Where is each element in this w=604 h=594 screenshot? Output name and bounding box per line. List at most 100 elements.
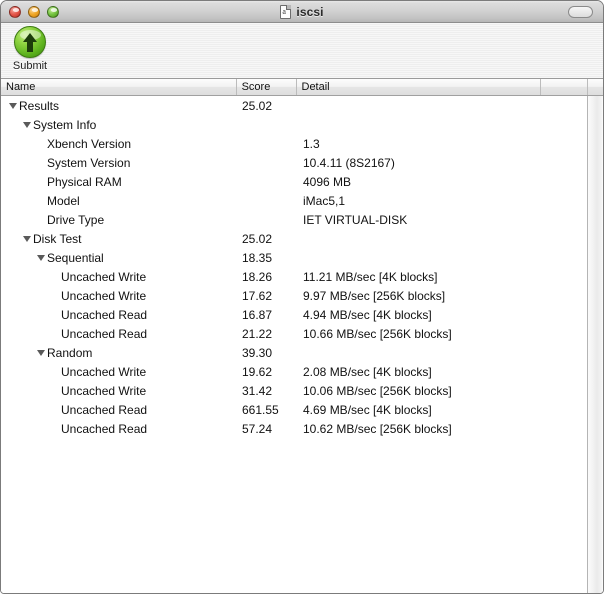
row-name-cell: Model <box>1 194 237 208</box>
row-score-cell: 39.30 <box>242 345 273 360</box>
chevron-down-icon[interactable] <box>9 101 18 110</box>
row-name-cell: Xbench Version <box>1 137 237 151</box>
submit-upload-icon <box>14 26 46 58</box>
row-score-cell: 21.22 <box>242 326 273 341</box>
row-detail-cell: 11.21 MB/sec [4K blocks] <box>303 269 438 284</box>
row-detail-cell: 9.97 MB/sec [256K blocks] <box>303 288 446 303</box>
row-detail-cell: 4096 MB <box>303 174 352 189</box>
table-row[interactable]: Random 39.30 <box>1 343 587 362</box>
table-row[interactable]: Drive Type IET VIRTUAL-DISK <box>1 210 587 229</box>
row-label: System Version <box>47 155 131 170</box>
row-name-cell: Uncached Read <box>1 327 237 341</box>
window-titlebar[interactable]: iscsi <box>1 1 603 23</box>
row-label: Uncached Write <box>61 364 147 379</box>
row-name-cell: Results <box>1 99 237 113</box>
chevron-down-icon[interactable] <box>37 253 46 262</box>
column-header-score[interactable]: Score <box>237 79 297 95</box>
table-row[interactable]: Uncached Read 21.22 10.66 MB/sec [256K blo… <box>1 324 587 343</box>
window-controls <box>9 5 59 18</box>
close-button[interactable] <box>9 5 21 18</box>
row-label: Disk Test <box>33 231 82 246</box>
row-label: Uncached Read <box>61 402 148 417</box>
zoom-button[interactable] <box>47 5 59 18</box>
table-row[interactable]: Uncached Write 31.42 10.06 MB/sec [256K bl… <box>1 381 587 400</box>
column-header-detail[interactable]: Detail <box>297 79 542 95</box>
row-detail-cell: 1.3 <box>303 136 320 151</box>
row-score-cell: 17.62 <box>242 288 273 303</box>
document-icon <box>280 4 292 19</box>
row-name-cell: Drive Type <box>1 213 237 227</box>
row-name-cell: Disk Test <box>1 232 237 246</box>
row-detail-cell: iMac5,1 <box>303 193 346 208</box>
row-label: Uncached Read <box>61 421 148 436</box>
window-title-group: iscsi <box>1 1 603 22</box>
table-row[interactable]: System Version 10.4.11 (8S2167) <box>1 153 587 172</box>
row-name-cell: Uncached Write <box>1 384 237 398</box>
row-label: System Info <box>33 117 97 132</box>
table-row[interactable]: Uncached Write 19.62 2.08 MB/sec [4K block… <box>1 362 587 381</box>
row-name-cell: Physical RAM <box>1 175 237 189</box>
row-detail-cell: 10.62 MB/sec [256K blocks] <box>303 421 452 436</box>
row-name-cell: Uncached Write <box>1 365 237 379</box>
column-header-corner <box>588 79 603 95</box>
submit-button-label: Submit <box>12 60 48 72</box>
application-window: iscsi Submit Name Score Detail Results 25… <box>0 0 604 594</box>
minimize-button[interactable] <box>28 5 40 18</box>
results-tree[interactable]: Results 25.02 System Info Xbench Version 1.3… <box>1 96 587 593</box>
row-label: Physical RAM <box>47 174 122 189</box>
submit-button[interactable]: Submit <box>7 26 53 72</box>
row-detail-cell: IET VIRTUAL-DISK <box>303 212 408 227</box>
table-row[interactable]: System Info <box>1 115 587 134</box>
table-row[interactable]: Uncached Write 17.62 9.97 MB/sec [256K blo… <box>1 286 587 305</box>
table-row[interactable]: Results 25.02 <box>1 96 587 115</box>
row-detail-cell: 4.69 MB/sec [4K blocks] <box>303 402 432 417</box>
table-row[interactable]: Xbench Version 1.3 <box>1 134 587 153</box>
table-row[interactable]: Uncached Read 57.24 10.62 MB/sec [256K blo… <box>1 419 587 438</box>
row-label: Uncached Read <box>61 326 148 341</box>
chevron-down-icon[interactable] <box>23 120 32 129</box>
row-name-cell: Uncached Read <box>1 308 237 322</box>
vertical-scrollbar[interactable] <box>587 96 603 593</box>
row-label: Results <box>19 98 60 113</box>
row-detail-cell: 10.4.11 (8S2167) <box>303 155 395 170</box>
row-detail-cell: 10.66 MB/sec [256K blocks] <box>303 326 452 341</box>
table-row[interactable]: Disk Test 25.02 <box>1 229 587 248</box>
row-label: Random <box>47 345 93 360</box>
column-header-name[interactable]: Name <box>1 79 237 95</box>
list-column-header: Name Score Detail <box>1 79 603 96</box>
chevron-down-icon[interactable] <box>37 348 46 357</box>
toolbar-toggle-button[interactable] <box>568 6 593 18</box>
row-name-cell: Uncached Write <box>1 289 237 303</box>
row-score-cell: 19.62 <box>242 364 273 379</box>
row-label: Uncached Read <box>61 307 148 322</box>
row-label: Uncached Write <box>61 383 147 398</box>
row-score-cell: 25.02 <box>242 98 273 113</box>
table-row[interactable]: Sequential 18.35 <box>1 248 587 267</box>
table-row[interactable]: Uncached Read 661.55 4.69 MB/sec [4K block… <box>1 400 587 419</box>
row-name-cell: System Version <box>1 156 237 170</box>
row-label: Drive Type <box>47 212 105 227</box>
column-header-spare[interactable] <box>541 79 588 95</box>
row-name-cell: Sequential <box>1 251 237 265</box>
results-area: Results 25.02 System Info Xbench Version 1.3… <box>1 96 603 593</box>
table-row[interactable]: Model iMac5,1 <box>1 191 587 210</box>
table-row[interactable]: Uncached Write 18.26 11.21 MB/sec [4K bloc… <box>1 267 587 286</box>
row-name-cell: System Info <box>1 118 237 132</box>
row-score-cell: 31.42 <box>242 383 273 398</box>
chevron-down-icon[interactable] <box>23 234 32 243</box>
table-row[interactable]: Physical RAM 4096 MB <box>1 172 587 191</box>
row-label: Model <box>47 193 80 208</box>
toolbar: Submit <box>1 23 603 79</box>
row-score-cell: 16.87 <box>242 307 273 322</box>
window-title: iscsi <box>296 4 324 19</box>
table-row[interactable]: Uncached Read 16.87 4.94 MB/sec [4K blocks… <box>1 305 587 324</box>
